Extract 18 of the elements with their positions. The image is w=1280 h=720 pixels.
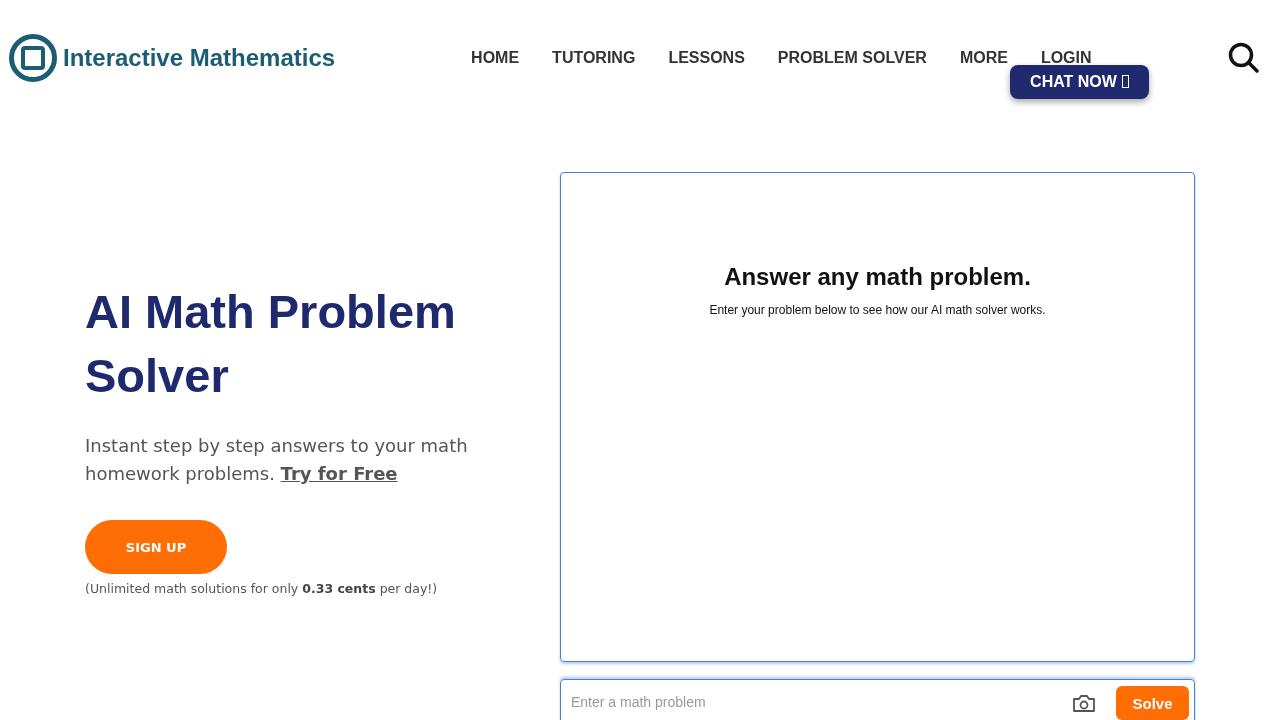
missing-glyph-icon: [1121, 75, 1129, 88]
chat-now-button[interactable]: CHAT NOW: [1010, 64, 1149, 99]
logo-icon: [9, 33, 57, 82]
nav-link[interactable]: HOME: [471, 48, 520, 67]
site-title-link[interactable]: Interactive Mathematics: [63, 43, 336, 72]
solver-heading: Answer any math problem.: [723, 263, 1032, 291]
hero-title: AI Math Problem Solver: [85, 284, 457, 404]
nav-link[interactable]: LESSONS: [668, 48, 745, 67]
nav-link[interactable]: TUTORING: [552, 48, 636, 67]
nav-link[interactable]: PROBLEM SOLVER: [777, 48, 927, 67]
search-icon[interactable]: [1228, 41, 1260, 74]
try-for-free-link[interactable]: Try for Free: [280, 463, 398, 484]
camera-icon[interactable]: [1072, 693, 1096, 713]
pricing-note: (Unlimited math solutions for only 0.33 cents per day!): [85, 581, 439, 596]
solver-description: Enter your problem below to see how our AI math solver works.: [708, 303, 1047, 317]
nav-link[interactable]: MORE: [959, 48, 1008, 67]
hero-subtitle: Instant step by step answers to your math homework problems. Try for Free: [85, 434, 469, 486]
nav-link[interactable]: LOGIN: [1040, 48, 1092, 67]
